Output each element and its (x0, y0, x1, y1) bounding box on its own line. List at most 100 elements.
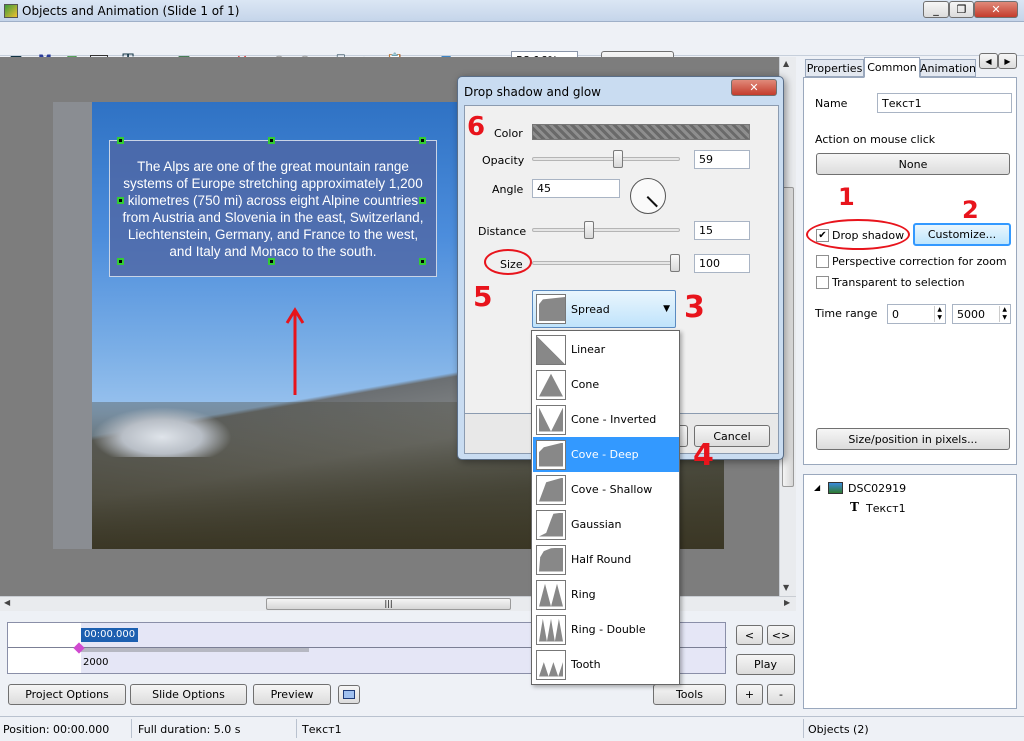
resize-handle-bl[interactable] (117, 258, 124, 265)
cone-shape-icon (536, 369, 566, 400)
size-position-button[interactable]: Size/position in pixels... (816, 428, 1010, 450)
object-tree: ◢ DSC02919 T Текст1 (803, 474, 1017, 709)
tooth-shape-icon (536, 649, 566, 680)
tab-common[interactable]: Common (864, 57, 920, 78)
resize-handle-mr[interactable] (419, 197, 426, 204)
time-end-value: 5000 (957, 307, 985, 321)
app-icon (4, 4, 18, 18)
dropdown-item[interactable]: Tooth (533, 647, 679, 682)
dropdown-item[interactable]: Gaussian (533, 507, 679, 542)
shape-select[interactable]: Spread ▼ (532, 290, 676, 328)
horizontal-scroll-thumb[interactable]: ||| (266, 598, 511, 610)
half-round-shape-icon (536, 544, 566, 575)
minimize-button[interactable]: _ (923, 1, 949, 18)
dialog-close-button[interactable]: ✕ (731, 79, 777, 96)
gaussian-shape-icon (536, 509, 566, 540)
time-end-spinner-icon[interactable]: ▲ ▼ (999, 306, 1009, 322)
slide-left-margin (53, 102, 92, 549)
fullscreen-preview-button[interactable] (338, 685, 360, 704)
zoom-in-button[interactable]: + (736, 684, 763, 705)
resize-handle-tl[interactable] (117, 137, 124, 144)
zoom-out-button[interactable]: - (767, 684, 795, 705)
angle-dial[interactable] (630, 178, 666, 214)
time-start-spinner-icon[interactable]: ▲ ▼ (934, 306, 944, 322)
status-objects: Objects (2) (808, 723, 869, 736)
scroll-right-arrow[interactable]: ▶ (784, 598, 790, 607)
opacity-field[interactable]: 59 (694, 150, 750, 169)
tools-button[interactable]: Tools (653, 684, 726, 705)
customize-button[interactable]: Customize... (913, 223, 1011, 246)
perspective-label: Perspective correction for zoom (832, 255, 1007, 268)
next-slide-button[interactable]: ▶ (998, 53, 1017, 69)
resize-handle-br[interactable] (419, 258, 426, 265)
annotation-2: 2 (962, 196, 979, 224)
action-none-button[interactable]: None (816, 153, 1010, 175)
linear-shape-icon (536, 334, 566, 365)
time-end-field[interactable]: 5000 ▲ ▼ (952, 304, 1011, 324)
cone-inverted-shape-icon (536, 404, 566, 435)
text-object[interactable]: The Alps are one of the great mountain r… (109, 140, 437, 277)
dropdown-item[interactable]: Cone (533, 367, 679, 402)
distance-slider-track[interactable] (532, 228, 680, 232)
tab-properties[interactable]: Properties (805, 59, 864, 77)
dropdown-item[interactable]: Ring (533, 577, 679, 612)
opacity-slider-track[interactable] (532, 157, 680, 161)
dropdown-item[interactable]: Cone - Inverted (533, 402, 679, 437)
dropdown-item-highlighted[interactable]: Cove - Deep (533, 437, 679, 472)
window-close-button[interactable]: ✕ (974, 1, 1018, 18)
status-object: Текст1 (302, 723, 342, 736)
time-range-label: Time range (815, 307, 878, 320)
scroll-down-arrow[interactable]: ▼ (783, 583, 789, 592)
tree-child-item[interactable]: Текст1 (866, 502, 906, 515)
resize-handle-bm[interactable] (268, 258, 275, 265)
toolbar: ■ M ▢ OK T ▭ ▦ ✕ ↶ ↷ ⎘ ✂ 📋 ⊞ ▼ 58.16% ▼ … (0, 22, 1024, 71)
chevron-down-icon: ▼ (663, 304, 670, 314)
prev-slide-button[interactable]: ◀ (979, 53, 998, 69)
shape-select-value: Spread (571, 302, 610, 316)
name-field[interactable]: Текст1 (877, 93, 1012, 113)
resize-handle-tm[interactable] (268, 137, 275, 144)
size-field[interactable]: 100 (694, 254, 750, 273)
transparent-checkbox[interactable] (816, 276, 829, 289)
timeline-back-button[interactable]: < (736, 625, 763, 645)
timeline-forward-button[interactable]: <> (767, 625, 795, 645)
tree-root-item[interactable]: DSC02919 (848, 482, 906, 495)
dropdown-item[interactable]: Half Round (533, 542, 679, 577)
size-slider-thumb[interactable] (670, 254, 680, 272)
angle-label: Angle (492, 183, 524, 196)
play-button[interactable]: Play (736, 654, 795, 675)
distance-slider-thumb[interactable] (584, 221, 594, 239)
opacity-slider-thumb[interactable] (613, 150, 623, 168)
resize-handle-ml[interactable] (117, 197, 124, 204)
angle-dial-needle (646, 196, 658, 207)
slide-options-button[interactable]: Slide Options (130, 684, 247, 705)
snow-peaks (92, 407, 232, 457)
transparent-label: Transparent to selection (832, 276, 965, 289)
maximize-button[interactable]: ❐ (949, 1, 974, 18)
color-swatch[interactable] (532, 124, 750, 140)
tab-animation[interactable]: Animation (920, 59, 976, 77)
status-duration: Full duration: 5.0 s (138, 723, 241, 736)
window-title: Objects and Animation (Slide 1 of 1) (22, 4, 240, 18)
project-options-button[interactable]: Project Options (8, 684, 126, 705)
image-icon (828, 482, 843, 494)
preview-button[interactable]: Preview (253, 684, 331, 705)
scroll-left-arrow[interactable]: ◀ (4, 598, 10, 607)
shape-dropdown-list[interactable]: Linear Cone Cone - Inverted Cove - Deep … (531, 330, 680, 685)
distance-field[interactable]: 15 (694, 221, 750, 240)
resize-handle-tr[interactable] (419, 137, 426, 144)
time-start-value: 0 (892, 307, 899, 321)
scroll-up-arrow[interactable]: ▲ (783, 59, 789, 68)
perspective-checkbox[interactable] (816, 255, 829, 268)
angle-field[interactable]: 45 (532, 179, 620, 198)
dropdown-item[interactable]: Linear (533, 332, 679, 367)
dialog-title: Drop shadow and glow (464, 85, 601, 99)
spread-shape-icon (536, 294, 566, 324)
tree-expand-icon[interactable]: ◢ (814, 483, 820, 492)
annotation-5: 5 (473, 280, 493, 313)
annotation-circle-drop-shadow (806, 219, 910, 250)
dropdown-item[interactable]: Ring - Double (533, 612, 679, 647)
dropdown-item[interactable]: Cove - Shallow (533, 472, 679, 507)
size-slider-track[interactable] (532, 261, 680, 265)
time-start-field[interactable]: 0 ▲ ▼ (887, 304, 946, 324)
